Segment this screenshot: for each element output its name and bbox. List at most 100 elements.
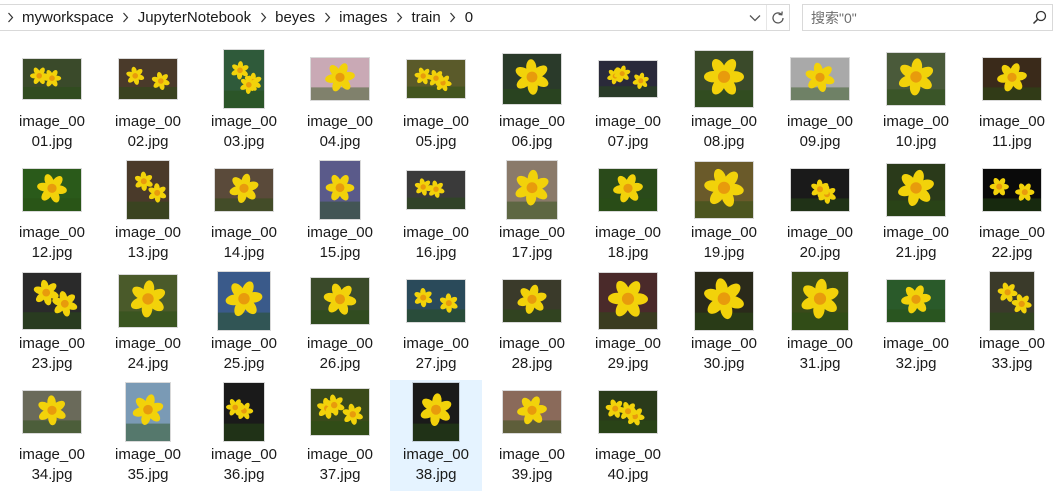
file-name-line: 08.jpg bbox=[703, 133, 745, 150]
file-item[interactable]: image_00 20.jpg bbox=[774, 158, 866, 269]
file-item[interactable]: image_00 32.jpg bbox=[870, 269, 962, 380]
file-item[interactable]: image_00 22.jpg bbox=[966, 158, 1058, 269]
file-name: image_00 08.jpg bbox=[678, 112, 770, 152]
file-item[interactable]: image_00 11.jpg bbox=[966, 47, 1058, 158]
image-thumbnail bbox=[887, 280, 945, 322]
file-name-line: 39.jpg bbox=[511, 466, 553, 483]
image-thumbnail bbox=[126, 383, 170, 441]
file-item[interactable]: image_00 16.jpg bbox=[390, 158, 482, 269]
chevron-right-icon[interactable] bbox=[118, 5, 134, 30]
image-thumbnail bbox=[503, 391, 561, 433]
breadcrumb-item[interactable]: train bbox=[408, 9, 445, 26]
file-name: image_00 34.jpg bbox=[6, 445, 98, 485]
file-item[interactable]: image_00 26.jpg bbox=[294, 269, 386, 380]
file-item[interactable]: image_00 23.jpg bbox=[6, 269, 98, 380]
thumbnail-frame bbox=[486, 158, 578, 222]
breadcrumb-item[interactable]: images bbox=[335, 9, 391, 26]
search-button[interactable] bbox=[1026, 5, 1052, 30]
file-name-line: image_00 bbox=[499, 113, 565, 130]
file-item[interactable]: image_00 07.jpg bbox=[582, 47, 674, 158]
chevron-right-icon[interactable] bbox=[2, 5, 18, 30]
file-name-line: 34.jpg bbox=[31, 466, 73, 483]
chevron-right-icon[interactable] bbox=[255, 5, 271, 30]
file-item[interactable]: image_00 18.jpg bbox=[582, 158, 674, 269]
file-item[interactable]: image_00 37.jpg bbox=[294, 380, 386, 491]
file-item[interactable]: image_00 13.jpg bbox=[102, 158, 194, 269]
image-thumbnail bbox=[23, 59, 81, 99]
file-name-line: 21.jpg bbox=[895, 244, 937, 261]
file-name-line: 25.jpg bbox=[223, 355, 265, 372]
refresh-button[interactable] bbox=[767, 5, 789, 30]
thumbnail-frame bbox=[582, 158, 674, 222]
breadcrumb-item[interactable]: myworkspace bbox=[18, 9, 118, 26]
file-item[interactable]: image_00 34.jpg bbox=[6, 380, 98, 491]
file-name: image_00 40.jpg bbox=[582, 445, 674, 485]
file-item[interactable]: image_00 39.jpg bbox=[486, 380, 578, 491]
file-item[interactable]: image_00 27.jpg bbox=[390, 269, 482, 380]
file-name-line: 27.jpg bbox=[415, 355, 457, 372]
file-item[interactable]: image_00 38.jpg bbox=[390, 380, 482, 491]
file-item[interactable]: image_00 19.jpg bbox=[678, 158, 770, 269]
file-name-line: image_00 bbox=[691, 113, 757, 130]
file-name-line: 11.jpg bbox=[992, 133, 1032, 150]
file-item[interactable]: image_00 12.jpg bbox=[6, 158, 98, 269]
file-name-line: image_00 bbox=[403, 113, 469, 130]
file-item[interactable]: image_00 40.jpg bbox=[582, 380, 674, 491]
chevron-right-icon[interactable] bbox=[392, 5, 408, 30]
file-name-line: 26.jpg bbox=[319, 355, 361, 372]
file-name-line: image_00 bbox=[787, 224, 853, 241]
file-item[interactable]: image_00 29.jpg bbox=[582, 269, 674, 380]
address-bar[interactable]: myworkspace JupyterNotebook beyes images tra… bbox=[0, 4, 790, 31]
file-name-line: image_00 bbox=[307, 446, 373, 463]
thumbnail-frame bbox=[6, 269, 98, 333]
thumbnail-frame bbox=[390, 158, 482, 222]
file-name-line: image_00 bbox=[19, 113, 85, 130]
chevron-right-icon[interactable] bbox=[445, 5, 461, 30]
file-item[interactable]: image_00 35.jpg bbox=[102, 380, 194, 491]
file-item[interactable]: image_00 05.jpg bbox=[390, 47, 482, 158]
file-item[interactable]: image_00 25.jpg bbox=[198, 269, 290, 380]
file-item[interactable]: image_00 08.jpg bbox=[678, 47, 770, 158]
breadcrumb: myworkspace JupyterNotebook beyes images tra… bbox=[0, 5, 744, 30]
thumbnail-frame bbox=[390, 269, 482, 333]
breadcrumb-item[interactable]: 0 bbox=[461, 9, 477, 26]
file-item[interactable]: image_00 36.jpg bbox=[198, 380, 290, 491]
image-thumbnail bbox=[599, 391, 657, 433]
breadcrumb-item[interactable]: beyes bbox=[271, 9, 319, 26]
thumbnail-frame bbox=[390, 380, 482, 444]
file-item[interactable]: image_00 30.jpg bbox=[678, 269, 770, 380]
file-item[interactable]: image_00 14.jpg bbox=[198, 158, 290, 269]
search-box[interactable] bbox=[802, 4, 1053, 31]
file-item[interactable]: image_00 17.jpg bbox=[486, 158, 578, 269]
file-item[interactable]: image_00 10.jpg bbox=[870, 47, 962, 158]
file-item[interactable]: image_00 01.jpg bbox=[6, 47, 98, 158]
breadcrumb-item[interactable]: JupyterNotebook bbox=[134, 9, 255, 26]
thumbnail-frame bbox=[102, 269, 194, 333]
file-name-line: 28.jpg bbox=[511, 355, 553, 372]
file-item[interactable]: image_00 28.jpg bbox=[486, 269, 578, 380]
file-item[interactable]: image_00 31.jpg bbox=[774, 269, 866, 380]
image-thumbnail bbox=[983, 169, 1041, 211]
file-name: image_00 36.jpg bbox=[198, 445, 290, 485]
file-item[interactable]: image_00 06.jpg bbox=[486, 47, 578, 158]
file-name-line: image_00 bbox=[979, 224, 1045, 241]
file-name: image_00 32.jpg bbox=[870, 334, 962, 374]
thumbnail-frame bbox=[294, 380, 386, 444]
title-bar: myworkspace JupyterNotebook beyes images tra… bbox=[0, 0, 1063, 36]
file-item[interactable]: image_00 33.jpg bbox=[966, 269, 1058, 380]
file-name: image_00 27.jpg bbox=[390, 334, 482, 374]
search-input[interactable] bbox=[803, 4, 1026, 31]
file-name-line: image_00 bbox=[307, 224, 373, 241]
history-dropdown-button[interactable] bbox=[744, 5, 766, 30]
file-item[interactable]: image_00 21.jpg bbox=[870, 158, 962, 269]
chevron-right-icon[interactable] bbox=[319, 5, 335, 30]
file-item[interactable]: image_00 04.jpg bbox=[294, 47, 386, 158]
file-item[interactable]: image_00 03.jpg bbox=[198, 47, 290, 158]
file-item[interactable]: image_00 09.jpg bbox=[774, 47, 866, 158]
file-item[interactable]: image_00 02.jpg bbox=[102, 47, 194, 158]
file-name-line: image_00 bbox=[595, 335, 661, 352]
file-item[interactable]: image_00 15.jpg bbox=[294, 158, 386, 269]
file-name-line: 04.jpg bbox=[319, 133, 361, 150]
file-item[interactable]: image_00 24.jpg bbox=[102, 269, 194, 380]
image-thumbnail bbox=[224, 50, 264, 108]
